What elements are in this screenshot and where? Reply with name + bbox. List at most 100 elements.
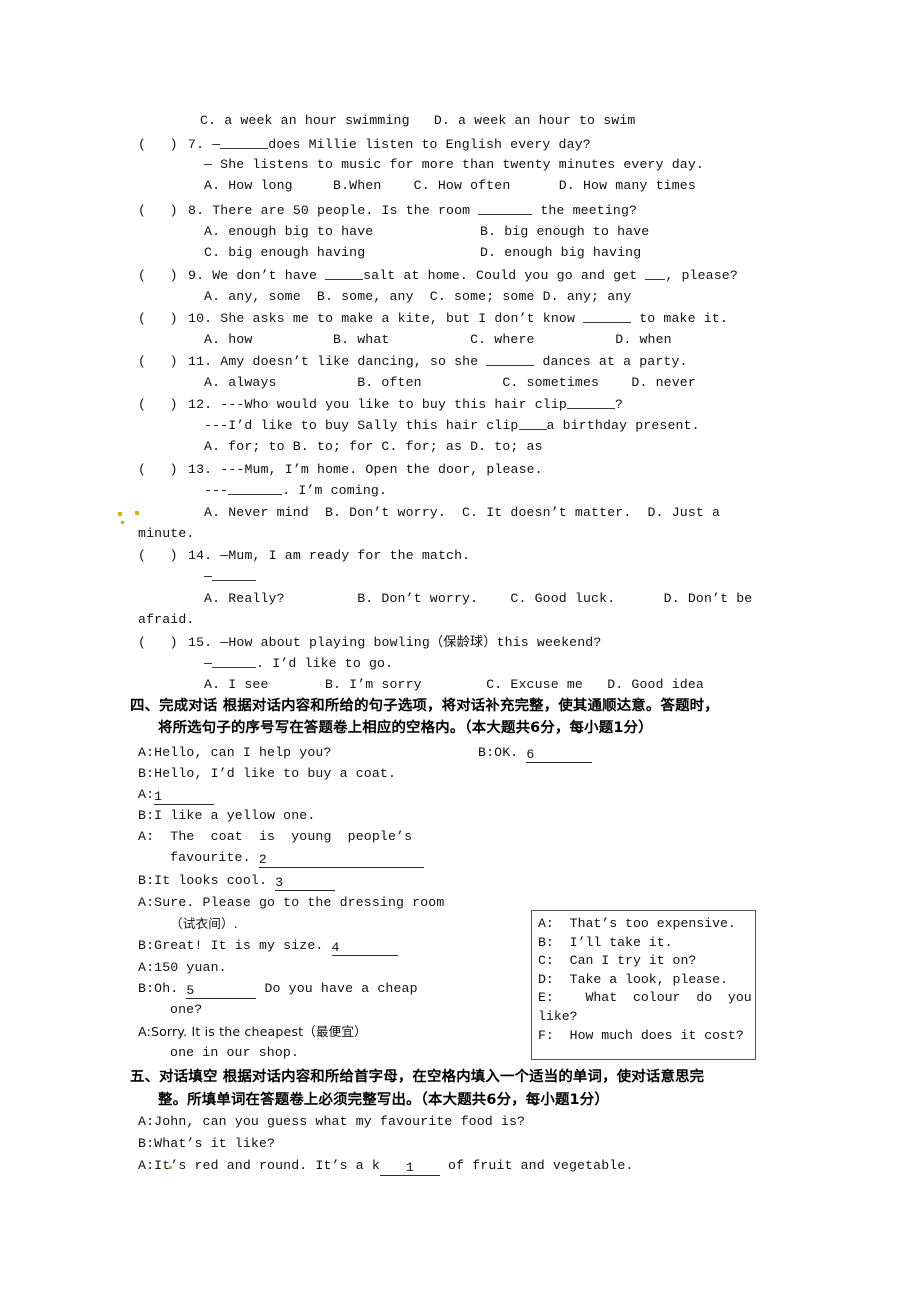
question-14-stem-line1: 14. —Mum, I am ready for the match.	[188, 548, 471, 563]
dialogue-line-5: A: The coat is young people’s	[138, 829, 412, 844]
option-box-item-e[interactable]: E: What colour do you	[538, 989, 752, 1008]
section-four-heading-line2: 将所选句子的序号写在答题卷上相应的空格内。（本大题共6分，每小题1分）	[158, 720, 653, 736]
dialogue-text: Hello, can I help you?	[154, 745, 332, 760]
answer-marker-q9[interactable]: ( )	[138, 268, 178, 283]
dialogue-line-1: A:Hello, can I help you?	[138, 745, 332, 760]
speaker-label: B:	[138, 981, 155, 996]
speaker-label: B:	[138, 938, 155, 953]
q8-blank[interactable]	[478, 203, 533, 215]
question-13-stem-line2: --- . I’m coming.	[204, 483, 387, 498]
speaker-label: A:	[138, 787, 155, 802]
dialogue-text: 150 yuan.	[154, 960, 227, 975]
dialogue-blank-1[interactable]: 1	[154, 790, 215, 805]
dialogue-line-13: one?	[170, 1002, 202, 1017]
dialogue-text: one in our shop.	[170, 1045, 300, 1060]
question-13-options-wrap: minute.	[138, 526, 195, 541]
question-13-stem-line1: 13. ---Mum, I’m home. Open the door, ple…	[188, 462, 543, 477]
question-12-stem-line2: ---I’d like to buy Sally this hair clip a…	[204, 418, 700, 433]
option-text: What colour do you	[569, 990, 752, 1006]
option-box-item-a[interactable]: A: That’s too expensive.	[538, 915, 750, 934]
q7-blank[interactable]	[220, 137, 269, 149]
speaker-label: A:	[138, 829, 155, 844]
option-text: That’s too expensive.	[569, 916, 736, 931]
q15-blank[interactable]	[212, 656, 257, 668]
q11-blank[interactable]	[486, 354, 535, 366]
option-key: C:	[538, 953, 554, 969]
question-14-options: A. Really? B. Don’t worry. C. Good luck.…	[204, 591, 753, 606]
dialogue-line-8: A:Sure. Please go to the dressing room	[138, 895, 444, 910]
dialogue-text: OK.	[494, 745, 527, 760]
option-key: A:	[538, 916, 554, 931]
question-15-stem-line2: — . I’d like to go.	[204, 656, 393, 671]
question-11-options: A. always B. often C. sometimes D. never	[204, 375, 696, 390]
answer-marker-q8[interactable]: ( )	[138, 203, 178, 218]
dialogue-blank-4[interactable]: 4	[331, 941, 398, 956]
q12-line2-post: a birthday present.	[546, 418, 700, 433]
question-15-options: A. I see B. I’m sorry C. Excuse me D. Go…	[204, 677, 704, 692]
question-8-stem: 8. There are 50 people. Is the room the …	[188, 203, 637, 218]
speaker-label: A:	[138, 745, 155, 760]
dialogue-blank-2[interactable]: 2	[258, 853, 424, 868]
answer-marker-q11[interactable]: ( )	[138, 354, 178, 369]
speaker-label: A:	[138, 1158, 155, 1173]
answer-marker-q12[interactable]: ( )	[138, 397, 178, 412]
speaker-label: B:	[138, 766, 155, 781]
q11-stem-pre: 11. Amy doesn’t like dancing, so she	[188, 354, 487, 369]
dialogue-blank-5[interactable]: 5	[186, 984, 257, 999]
question-8-option-a: A. enough big to have	[204, 224, 374, 239]
answer-marker-q15[interactable]: ( )	[138, 635, 178, 650]
dialogue-text: Sorry. It is the cheapest（最便宜）	[150, 1024, 367, 1039]
q9-blank-1[interactable]	[325, 268, 364, 280]
question-12-options: A. for; to B. to; for C. for; as D. to; …	[204, 439, 543, 454]
option-box-item-d[interactable]: D: Take a look, please.	[538, 971, 750, 990]
dialogue-text: What’s it like?	[154, 1136, 276, 1151]
speaker-label: A:	[138, 960, 155, 975]
q9-stem-b: salt at home. Could you go and get	[363, 268, 646, 283]
option-box-item-c[interactable]: C: Can I try it on?	[538, 952, 750, 971]
dialogue-line-3: A:1	[138, 787, 215, 805]
q12-blank-1[interactable]	[567, 397, 615, 409]
question-6-options-tail: C. a week an hour swimming D. a week an …	[200, 113, 636, 128]
q11-stem-post: dances at a party.	[534, 354, 688, 369]
q14-blank[interactable]	[212, 569, 257, 581]
answer-marker-q13[interactable]: ( )	[138, 462, 178, 477]
question-8-option-d: D. enough big having	[480, 245, 642, 260]
answer-marker-q14[interactable]: ( )	[138, 548, 178, 563]
q10-stem-pre: 10. She asks me to make a kite, but I do…	[188, 311, 584, 326]
option-text: like?	[538, 1008, 578, 1024]
q15-line2-pre: —	[204, 656, 213, 671]
dialogue-text: Sure. Please go to the dressing room	[154, 895, 445, 910]
q13-blank[interactable]	[228, 483, 283, 495]
question-9-options: A. any, some B. some, any C. some; some …	[204, 289, 632, 304]
question-7-stem-line1: 7. — does Millie listen to English every …	[188, 137, 591, 152]
section-four-heading-line1: 四、完成对话 根据对话内容和所给的句子选项，将对话补充完整，使其通顺达意。答题时…	[130, 698, 719, 714]
q12-blank-2[interactable]	[518, 418, 547, 430]
option-box-item-f[interactable]: F: How much does it cost?	[538, 1027, 750, 1046]
answer-marker-q10[interactable]: ( )	[138, 311, 178, 326]
q10-blank[interactable]	[583, 311, 632, 323]
option-box-item-b[interactable]: B: I’ll take it.	[538, 934, 750, 953]
dialogue-blank-3[interactable]: 3	[275, 876, 336, 891]
q10-stem-post: to make it.	[631, 311, 728, 326]
q8-stem-pre: 8. There are 50 people. Is the room	[188, 203, 479, 218]
dialogue-text-pre: It’s red and round. It’s a k	[154, 1158, 380, 1173]
question-10-options: A. how B. what C. where D. when	[204, 332, 672, 347]
option-key: D:	[538, 971, 554, 987]
dialogue-blank-6[interactable]: 6	[526, 748, 593, 763]
dialogue-text: I like a yellow one.	[154, 808, 316, 823]
question-12-stem-line1: 12. ---Who would you like to buy this ha…	[188, 397, 623, 412]
scan-artifact-dot-3	[121, 521, 124, 524]
q9-blank-2[interactable]	[645, 268, 666, 280]
q7-dash-prefix: 7. —	[188, 137, 221, 152]
section-five-heading-line1: 五、对话填空 根据对话内容和所给首字母，在空格内填入一个适当的单词，使对话意思完	[130, 1069, 705, 1085]
q13-line2-post: . I’m coming.	[282, 483, 388, 498]
answer-marker-q7[interactable]: ( )	[138, 137, 178, 152]
dialogue-line-6: favourite. 2	[170, 850, 424, 868]
dialogue-line-right-ok: B:OK. 6	[478, 745, 593, 763]
question-7-stem-line2: — She listens to music for more than twe…	[204, 157, 704, 172]
dialogue-text: It looks cool.	[154, 873, 276, 888]
section-five-blank-1[interactable]: 1	[379, 1161, 440, 1176]
q13-line2-pre: ---	[204, 483, 229, 498]
answer-options-box: A: That’s too expensive. B: I’ll take it…	[531, 910, 756, 1060]
dialogue-text: Hello, I’d like to buy a coat.	[154, 766, 397, 781]
